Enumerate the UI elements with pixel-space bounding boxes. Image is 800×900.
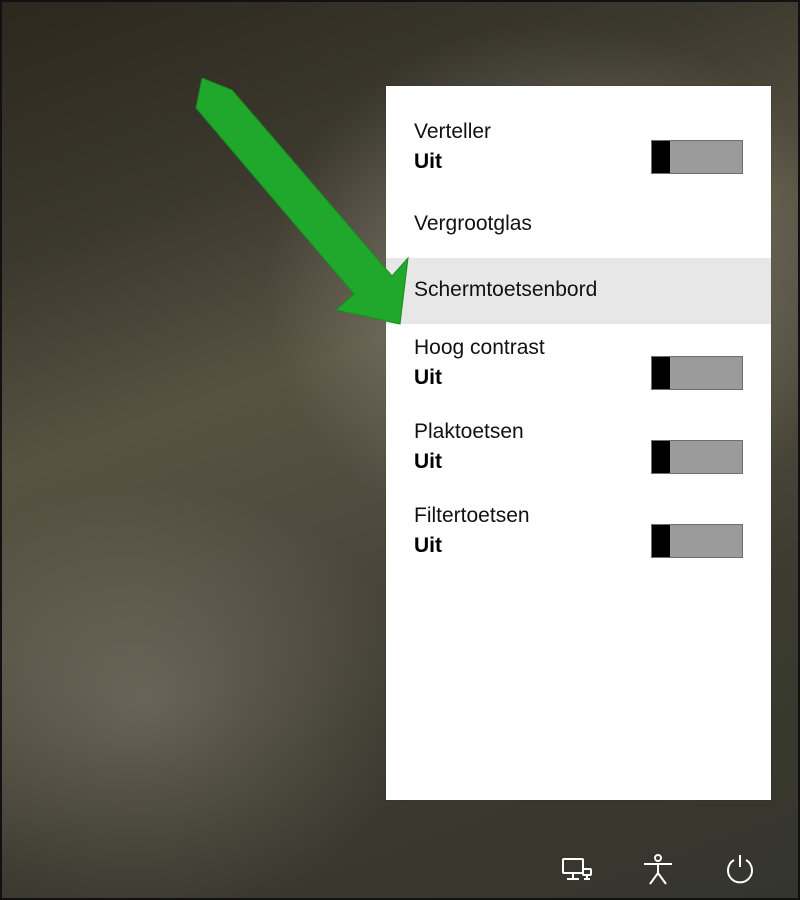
menu-item-texts: Vergrootglas: [414, 212, 532, 236]
menu-item-label: Hoog contrast: [414, 336, 545, 360]
ease-of-access-button[interactable]: [638, 850, 678, 890]
toggle-filtertoetsen[interactable]: [651, 524, 743, 558]
menu-item-state: Uit: [414, 366, 545, 390]
menu-item-filtertoetsen[interactable]: Filtertoetsen Uit: [386, 492, 771, 576]
menu-item-state: Uit: [414, 150, 491, 174]
menu-item-state: Uit: [414, 534, 530, 558]
network-icon: [559, 853, 593, 887]
menu-item-schermtoetsenbord[interactable]: Schermtoetsenbord: [386, 258, 771, 324]
power-icon: [723, 853, 757, 887]
lock-screen-background: Verteller Uit Vergrootglas Schermtoetsen…: [0, 0, 800, 900]
ease-of-access-panel: Verteller Uit Vergrootglas Schermtoetsen…: [386, 86, 771, 800]
menu-item-state: Uit: [414, 450, 524, 474]
accessibility-icon: [641, 853, 675, 887]
menu-item-label: Verteller: [414, 120, 491, 144]
menu-item-label: Filtertoetsen: [414, 504, 530, 528]
menu-item-plaktoetsen[interactable]: Plaktoetsen Uit: [386, 408, 771, 492]
menu-item-vergrootglas[interactable]: Vergrootglas: [386, 192, 771, 258]
lock-screen-bottom-bar: [556, 850, 760, 890]
network-button[interactable]: [556, 850, 596, 890]
toggle-plaktoetsen[interactable]: [651, 440, 743, 474]
menu-item-texts: Plaktoetsen Uit: [414, 420, 524, 474]
menu-item-verteller[interactable]: Verteller Uit: [386, 108, 771, 192]
menu-item-hoog-contrast[interactable]: Hoog contrast Uit: [386, 324, 771, 408]
toggle-hoog-contrast[interactable]: [651, 356, 743, 390]
power-button[interactable]: [720, 850, 760, 890]
toggle-verteller[interactable]: [651, 140, 743, 174]
menu-item-texts: Schermtoetsenbord: [414, 278, 597, 302]
menu-item-texts: Verteller Uit: [414, 120, 491, 174]
menu-item-label: Vergrootglas: [414, 212, 532, 236]
menu-item-texts: Filtertoetsen Uit: [414, 504, 530, 558]
menu-item-texts: Hoog contrast Uit: [414, 336, 545, 390]
menu-item-label: Schermtoetsenbord: [414, 278, 597, 302]
menu-item-label: Plaktoetsen: [414, 420, 524, 444]
